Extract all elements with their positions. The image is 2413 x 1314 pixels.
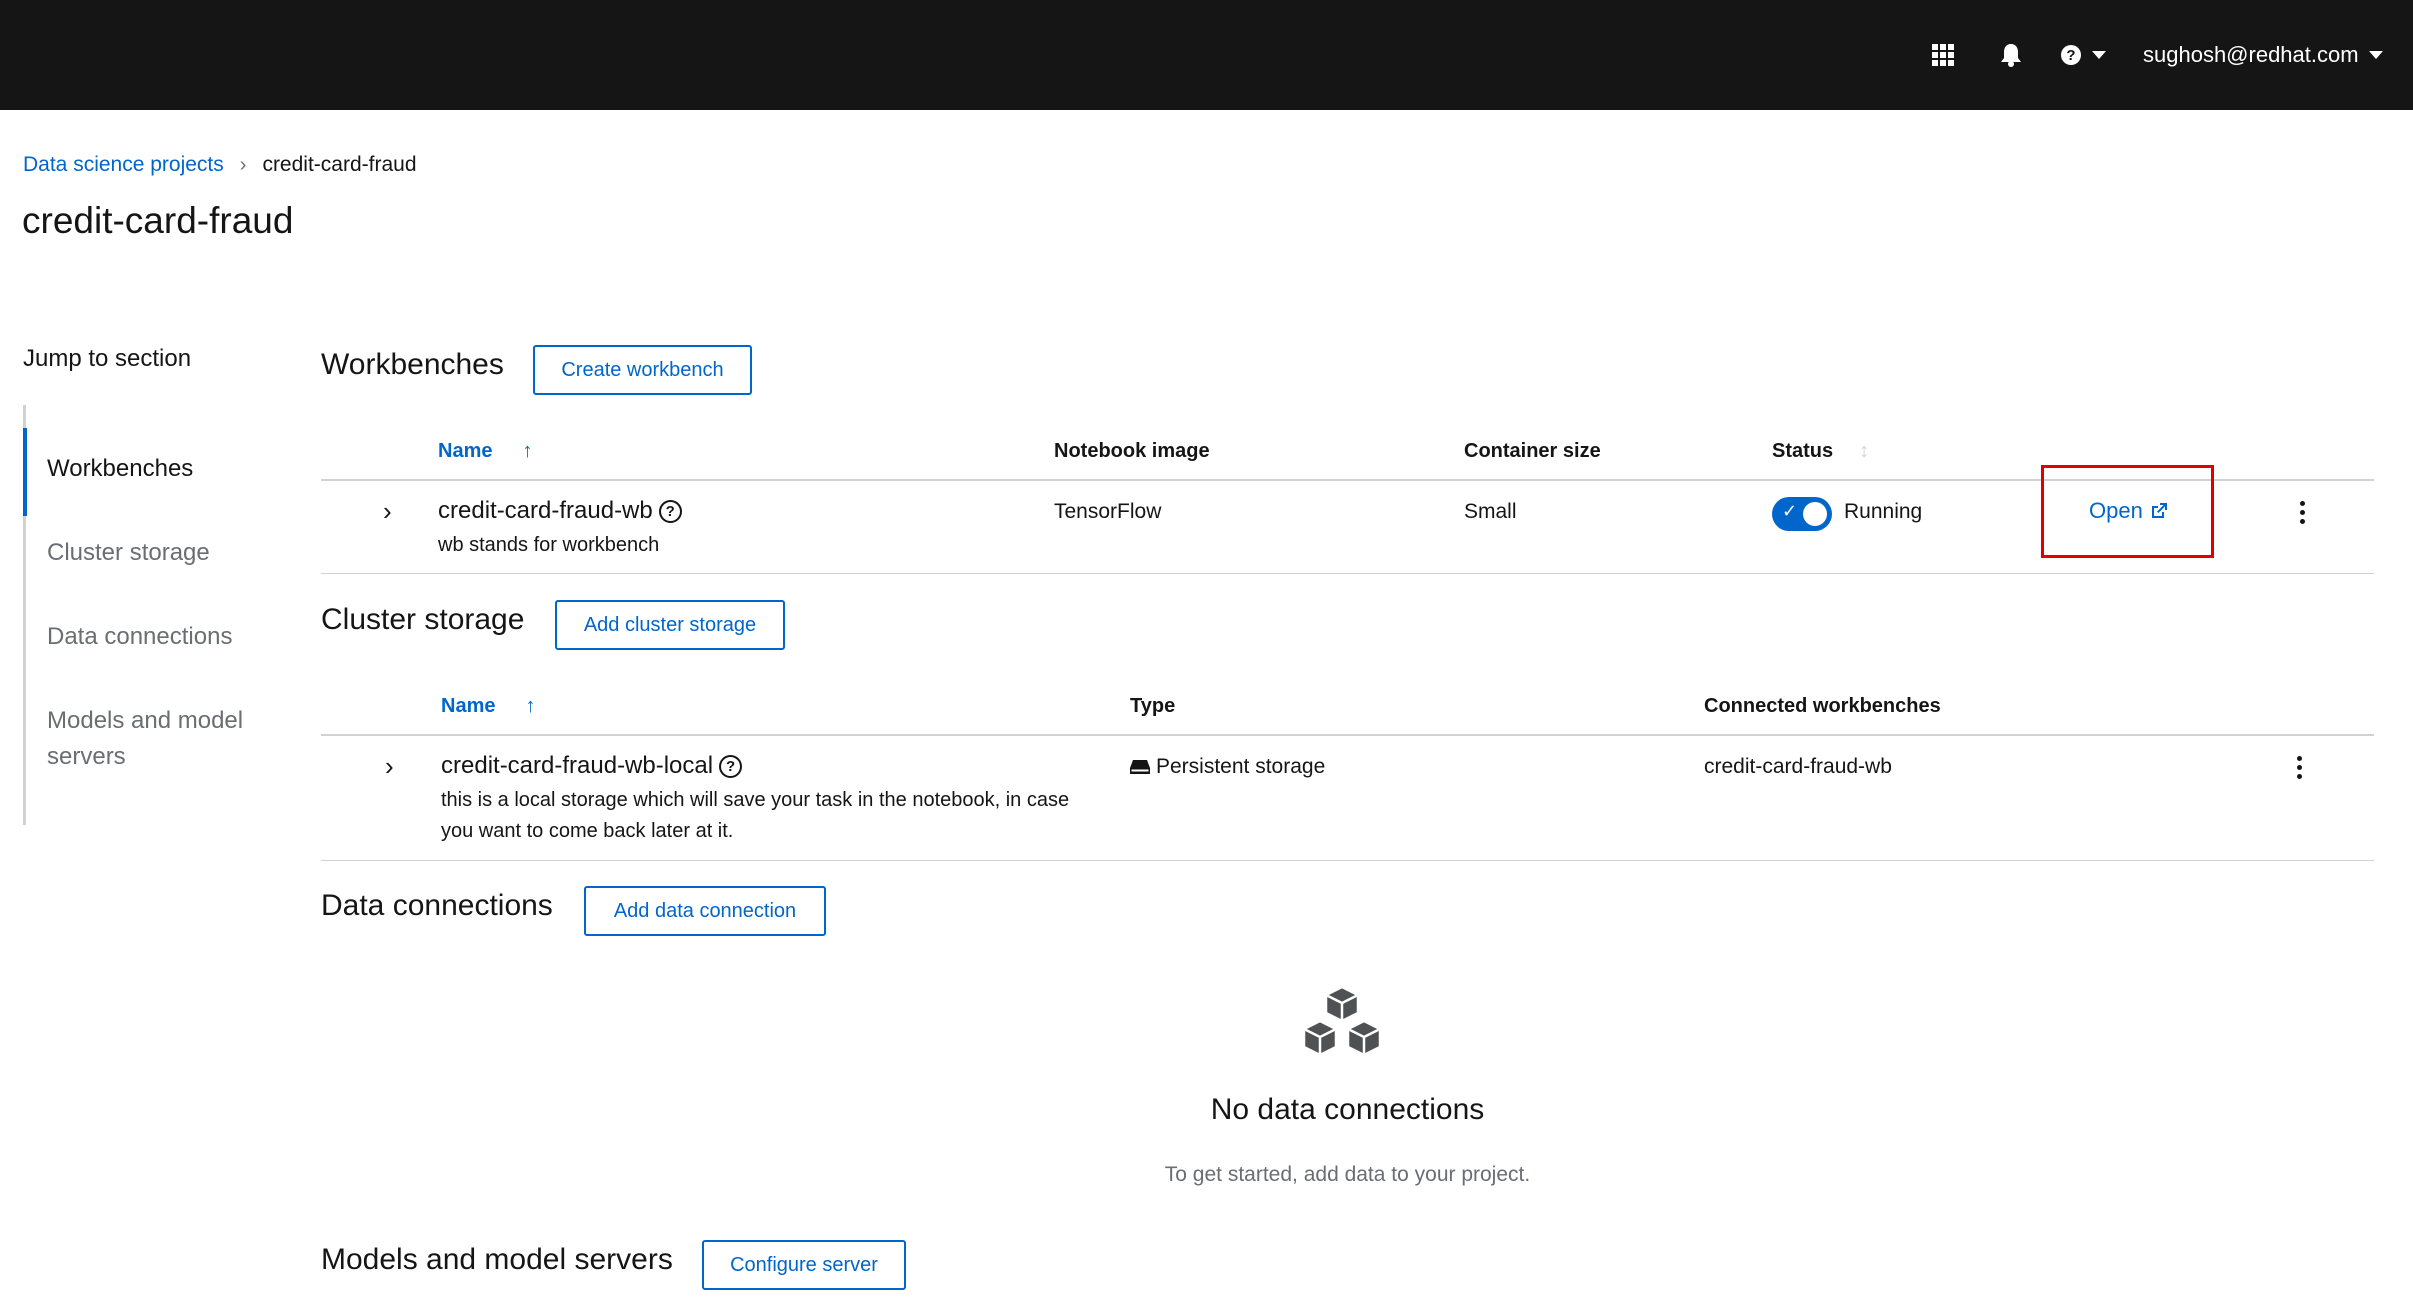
storage-col-connected: Connected workbenches [1704, 695, 1941, 717]
jump-nav-item-cluster-storage[interactable]: Cluster storage [47, 535, 210, 571]
chevron-down-icon [2092, 51, 2106, 59]
storage-col-name[interactable]: Name ↑ [441, 695, 535, 718]
workbench-col-status[interactable]: Status ↕ [1772, 440, 1869, 463]
application-launcher-button[interactable] [1932, 0, 1954, 110]
breadcrumb-link-projects[interactable]: Data science projects [23, 153, 224, 177]
workbench-description: wb stands for workbench [438, 534, 660, 556]
storage-name-text: credit-card-fraud-wb-local [441, 752, 714, 779]
create-workbench-button[interactable]: Create workbench [533, 345, 752, 395]
svg-text:?: ? [2066, 47, 2075, 64]
bell-icon [2001, 44, 2021, 67]
jump-nav: Workbenches Cluster storage Data connect… [23, 405, 266, 825]
masthead: ? sughosh@redhat.com [0, 0, 2413, 110]
jump-nav-item-models[interactable]: Models and model [47, 703, 243, 739]
help-menu-button[interactable]: ? [2060, 0, 2106, 110]
divider [321, 734, 2374, 736]
expand-row-toggle[interactable]: › [383, 496, 392, 527]
switch-knob [1803, 502, 1827, 526]
open-link-label: Open [2089, 498, 2143, 523]
chevron-down-icon [2368, 51, 2383, 59]
question-circle-icon: ? [2061, 45, 2081, 65]
external-link-icon [2151, 503, 2167, 518]
expand-row-toggle[interactable]: › [385, 751, 394, 782]
jump-nav-active-indicator [23, 428, 27, 516]
configure-server-button[interactable]: Configure server [702, 1240, 906, 1290]
question-circle-icon[interactable]: ? [658, 500, 682, 523]
workbench-col-image: Notebook image [1054, 440, 1210, 462]
workbenches-title: Workbenches [321, 348, 504, 381]
cluster-storage-title: Cluster storage [321, 603, 525, 636]
storage-col-type: Type [1130, 695, 1176, 717]
workbench-status: Running [1844, 500, 1923, 523]
sort-icon: ↕ [1859, 440, 1870, 462]
kebab-menu-icon[interactable] [2300, 501, 2306, 528]
empty-state-title: No data connections [1210, 1093, 1485, 1126]
jump-nav-item-workbenches[interactable]: Workbenches [47, 451, 193, 487]
col-label: Status [1772, 440, 1834, 462]
storage-description-line1: this is a local storage which will save … [441, 789, 1070, 811]
storage-type: Persistent storage [1130, 755, 1325, 779]
chevron-right-icon: › [239, 153, 247, 176]
storage-connected: credit-card-fraud-wb [1704, 755, 1892, 778]
models-title: Models and model servers [321, 1243, 673, 1276]
empty-state-body: To get started, add data to your project… [1164, 1163, 1531, 1186]
grid-icon [1932, 44, 1954, 66]
workbench-name-text: credit-card-fraud-wb [438, 497, 653, 524]
storage-type-text: Persistent storage [1156, 755, 1326, 778]
col-label: Name [441, 695, 496, 717]
cubes-icon [1300, 985, 1384, 1066]
workbench-size: Small [1464, 500, 1517, 523]
workbench-col-size: Container size [1464, 440, 1601, 462]
sort-asc-icon: ↑ [522, 440, 533, 462]
divider [321, 860, 2374, 861]
jump-nav-item-models-cont[interactable]: servers [47, 739, 126, 775]
data-connections-title: Data connections [321, 889, 553, 922]
breadcrumb: Data science projects › credit-card-frau… [23, 150, 417, 180]
breadcrumb-current: credit-card-fraud [262, 153, 417, 176]
workbench-status-toggle[interactable]: ✓ [1772, 497, 1832, 531]
kebab-menu-icon[interactable] [2297, 756, 2303, 783]
storage-name: credit-card-fraud-wb-local? [441, 752, 743, 780]
add-data-connection-button[interactable]: Add data connection [584, 886, 826, 936]
workbench-name: credit-card-fraud-wb? [438, 497, 682, 525]
user-menu-button[interactable]: sughosh@redhat.com [2143, 0, 2383, 110]
user-name: sughosh@redhat.com [2143, 42, 2359, 67]
notifications-button[interactable] [2000, 0, 2022, 110]
open-workbench-link[interactable]: Open [2089, 498, 2169, 524]
storage-description-line2: you want to come back later at it. [441, 820, 734, 842]
jump-nav-title: Jump to section [23, 345, 192, 372]
add-cluster-storage-button[interactable]: Add cluster storage [555, 600, 785, 650]
workbench-image: TensorFlow [1054, 500, 1162, 523]
sort-asc-icon: ↑ [525, 695, 536, 717]
col-label: Name [438, 440, 493, 462]
workbench-col-name[interactable]: Name ↑ [438, 440, 532, 463]
hard-drive-icon [1130, 760, 1150, 774]
divider [321, 573, 2374, 574]
page-title: credit-card-fraud [22, 200, 294, 241]
jump-nav-item-data-connections[interactable]: Data connections [47, 619, 232, 655]
check-icon: ✓ [1782, 501, 1798, 521]
question-circle-icon[interactable]: ? [719, 755, 743, 778]
